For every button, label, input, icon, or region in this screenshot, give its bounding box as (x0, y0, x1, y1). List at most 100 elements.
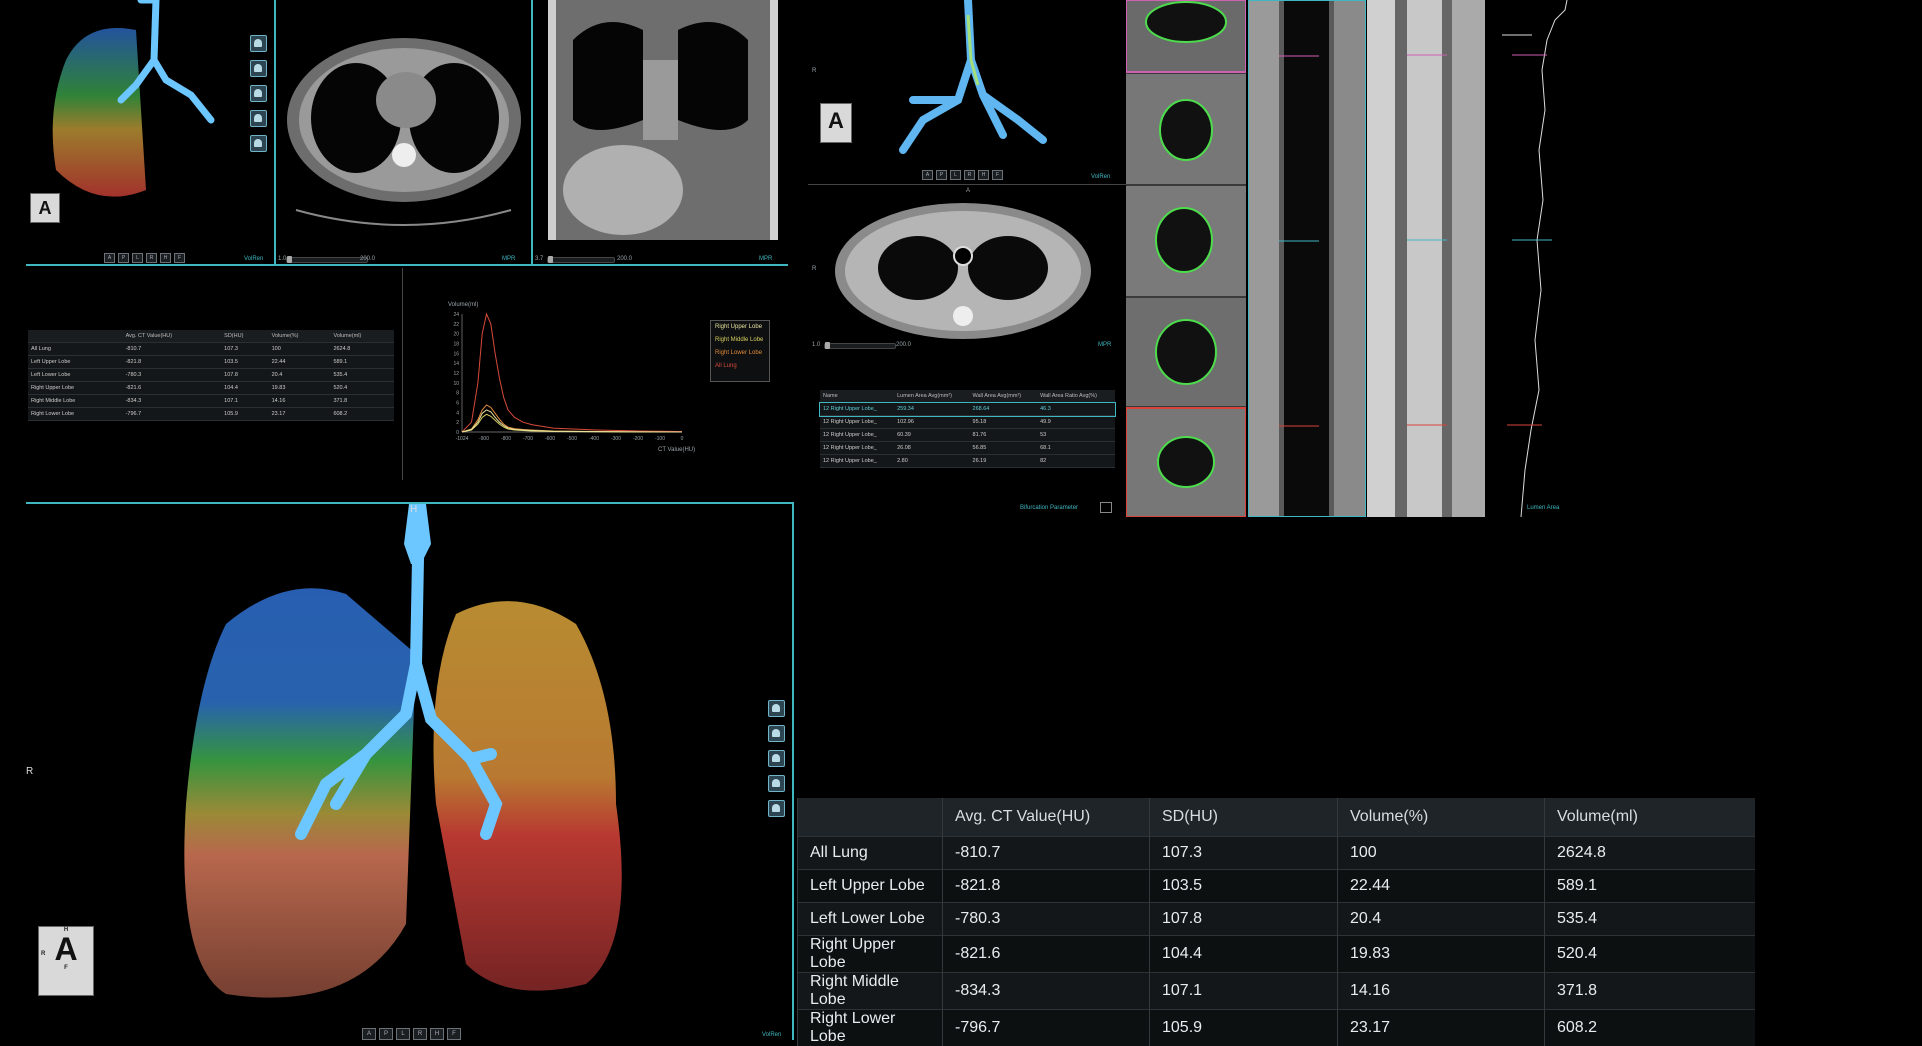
nav-a-button[interactable]: A (922, 170, 933, 180)
main-lung-render (26, 504, 792, 1040)
column-header: Name (820, 390, 894, 403)
nav-l-button[interactable]: L (396, 1028, 410, 1040)
cell: 95.18 (970, 416, 1038, 429)
window-slider[interactable] (286, 257, 368, 263)
nav-f-button[interactable]: F (174, 253, 185, 263)
table-row[interactable]: All Lung-810.7107.31002624.8 (798, 837, 1756, 870)
nav-p-button[interactable]: P (936, 170, 947, 180)
lung-tool-icon[interactable] (250, 35, 267, 52)
cell: -796.7 (943, 1010, 1150, 1046)
lung-tool-icon[interactable] (768, 800, 785, 817)
nav-l-button[interactable]: L (132, 253, 143, 263)
lung-tool-icon[interactable] (768, 725, 785, 742)
bifurcation-parameter-link[interactable]: Bifurcation Parameter (1020, 505, 1078, 511)
view-nav-buttons[interactable]: A P L R H F (922, 170, 1003, 180)
mode-label[interactable]: VolRen (1091, 174, 1110, 180)
nav-f-button[interactable]: F (447, 1028, 461, 1040)
table-row-selected[interactable]: 12 Right Upper Lobe_259.34268.6446.3 (820, 403, 1115, 416)
airway-axial-view[interactable]: A R 1.0 200.0 MPR (808, 186, 1126, 354)
nav-r-button[interactable]: R (964, 170, 975, 180)
table-row[interactable]: 12 Right Upper Lobe_60.3981.7653 (820, 429, 1115, 442)
orientation-cube[interactable]: A (30, 193, 60, 223)
cell: 12 Right Upper Lobe_ (820, 416, 894, 429)
table-row[interactable]: Left Upper Lobe-821.8103.522.44589.1 (28, 356, 394, 369)
table-row[interactable]: Right Middle Lobe-834.3107.114.16371.8 (28, 395, 394, 408)
nav-p-button[interactable]: P (118, 253, 129, 263)
nav-r-button[interactable]: R (413, 1028, 427, 1040)
curved-mpr-view-1[interactable] (1248, 0, 1366, 517)
nav-a-button[interactable]: A (104, 253, 115, 263)
table-row[interactable]: 12 Right Upper Lobe_2.8026.1982 (820, 455, 1115, 468)
lung-tool-icon[interactable] (250, 60, 267, 77)
table-row[interactable]: Left Lower Lobe-780.3107.820.4535.4 (28, 369, 394, 382)
cell: -821.6 (943, 936, 1150, 973)
cell: -821.6 (123, 382, 222, 395)
airway-3d-viewer[interactable]: R A A P L R H F VolRen (808, 0, 1126, 183)
cell: 2624.8 (330, 343, 394, 356)
table-row[interactable]: Right Lower Lobe-796.7105.923.17608.2 (28, 408, 394, 421)
mode-label[interactable]: MPR (1098, 342, 1111, 348)
lung-tool-icon[interactable] (250, 85, 267, 102)
orient-letter: A (39, 933, 93, 965)
table-row[interactable]: All Lung-810.7107.31002624.8 (28, 343, 394, 356)
table-row[interactable]: Right Upper Lobe-821.6104.419.83520.4 (798, 936, 1756, 973)
cell: 535.4 (1545, 903, 1756, 936)
nav-a-button[interactable]: A (362, 1028, 376, 1040)
window-slider[interactable] (824, 343, 896, 349)
view-nav-buttons[interactable]: A P L R H F (362, 1028, 461, 1040)
lumen-area-label[interactable]: Lumen Area (1527, 505, 1559, 511)
nav-h-button[interactable]: H (430, 1028, 444, 1040)
nav-r-button[interactable]: R (146, 253, 157, 263)
table-row[interactable]: 12 Right Upper Lobe_102.9695.1849.9 (820, 416, 1115, 429)
export-icon[interactable] (1100, 502, 1112, 513)
lung-tool-icon[interactable] (768, 700, 785, 717)
coronal-ct-view[interactable]: 3.7 200.0 MPR (533, 0, 788, 264)
table-row[interactable]: 12 Right Upper Lobe_26.0856.8568.1 (820, 442, 1115, 455)
legend-item: All Lung (715, 363, 765, 369)
orientation-cube[interactable]: A (820, 103, 852, 143)
cross-section-strip[interactable] (1126, 0, 1246, 517)
lumen-area-plot[interactable]: Lumen Area (1487, 0, 1577, 517)
mode-label[interactable]: MPR (502, 256, 515, 262)
table-header-row: Avg. CT Value(HU) SD(HU) Volume(%) Volum… (798, 798, 1756, 837)
lung-tool-icon[interactable] (250, 135, 267, 152)
cell: 371.8 (330, 395, 394, 408)
y-tick-label: 24 (453, 312, 459, 318)
column-header: Volume(ml) (330, 330, 394, 343)
cell: 19.83 (269, 382, 331, 395)
cell: 535.4 (330, 369, 394, 382)
lung-tool-icon[interactable] (768, 750, 785, 767)
nav-h-button[interactable]: H (160, 253, 171, 263)
table-row[interactable]: Left Lower Lobe-780.3107.820.4535.4 (798, 903, 1756, 936)
slider-min: 1.0 (812, 342, 820, 348)
cell: 371.8 (1545, 973, 1756, 1010)
table-row[interactable]: Right Upper Lobe-821.6104.419.83520.4 (28, 382, 394, 395)
cell: Right Middle Lobe (28, 395, 123, 408)
cell: 100 (1338, 837, 1545, 870)
mode-label[interactable]: VolRen (762, 1032, 781, 1038)
table-row[interactable]: Left Upper Lobe-821.8103.522.44589.1 (798, 870, 1756, 903)
top-left-3d-viewer[interactable]: A A P L R H F VolRen (26, 0, 274, 264)
lung-tool-icon[interactable] (768, 775, 785, 792)
table-row[interactable]: Right Lower Lobe-796.7105.923.17608.2 (798, 1010, 1756, 1046)
lung-tool-icon[interactable] (250, 110, 267, 127)
nav-l-button[interactable]: L (950, 170, 961, 180)
orientation-cube[interactable]: H R A F (38, 926, 94, 996)
table-row[interactable]: Right Middle Lobe-834.3107.114.16371.8 (798, 973, 1756, 1010)
window-slider[interactable] (547, 257, 615, 263)
column-header: Avg. CT Value(HU) (943, 798, 1150, 837)
nav-f-button[interactable]: F (992, 170, 1003, 180)
nav-h-button[interactable]: H (978, 170, 989, 180)
curved-mpr-view-2[interactable] (1367, 0, 1485, 517)
mode-label[interactable]: MPR (759, 256, 772, 262)
x-tick-label: -800 (501, 436, 511, 442)
cell: 589.1 (330, 356, 394, 369)
main-3d-lung-viewer[interactable]: H R H R A F A P L R H F VolRen (26, 504, 792, 1040)
mode-label[interactable]: VolRen (244, 256, 263, 262)
nav-p-button[interactable]: P (379, 1028, 393, 1040)
x-tick-label: -600 (545, 436, 555, 442)
lobe-stats-table-small: Avg. CT Value(HU) SD(HU) Volume(%) Volum… (28, 330, 394, 421)
axial-ct-view[interactable]: 1.0 200.0 MPR (276, 0, 531, 264)
cell: 268.64 (970, 403, 1038, 416)
view-nav-buttons[interactable]: A P L R H F (104, 253, 185, 263)
